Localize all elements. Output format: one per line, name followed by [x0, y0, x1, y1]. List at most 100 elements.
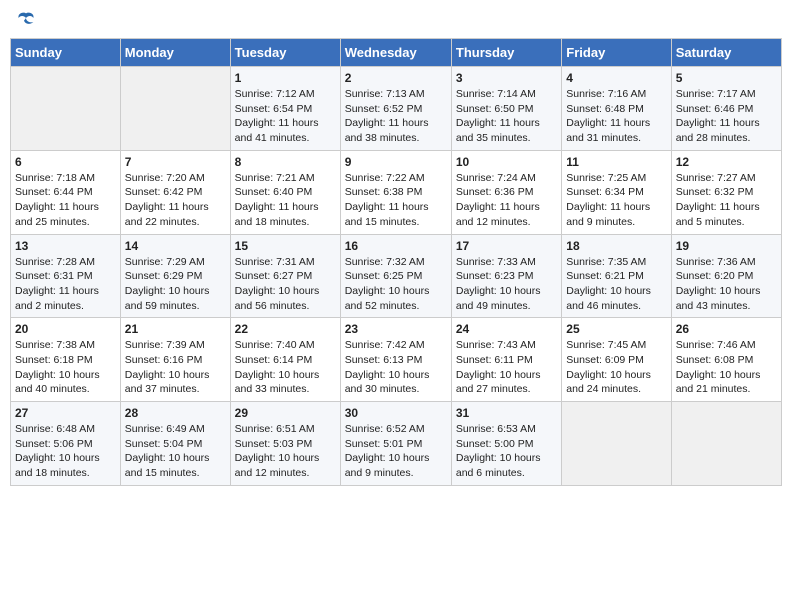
cell-sun-info: Sunrise: 7:16 AMSunset: 6:48 PMDaylight:… [566, 87, 666, 146]
cell-sun-info: Sunrise: 7:32 AMSunset: 6:25 PMDaylight:… [345, 255, 447, 314]
day-number: 4 [566, 71, 666, 85]
cell-sun-info: Sunrise: 7:40 AMSunset: 6:14 PMDaylight:… [235, 338, 336, 397]
calendar-cell: 11Sunrise: 7:25 AMSunset: 6:34 PMDayligh… [562, 150, 671, 234]
calendar-cell: 24 Sunrise: 7:43 AMSunset: 6:11 PMDayligh… [451, 318, 561, 402]
calendar-cell: 8 Sunrise: 7:21 AMSunset: 6:40 PMDaylight… [230, 150, 340, 234]
cell-sun-info: Sunrise: 7:27 AMSunset: 6:32 PMDaylight:… [676, 171, 777, 230]
calendar-cell [120, 67, 230, 151]
cell-sun-info: Sunrise: 7:28 AMSunset: 6:31 PMDaylight:… [15, 255, 116, 314]
calendar-cell: 2 Sunrise: 7:13 AMSunset: 6:52 PMDaylight… [340, 67, 451, 151]
cell-sun-info: Sunrise: 6:52 AMSunset: 5:01 PMDaylight:… [345, 422, 447, 481]
cell-sun-info: Sunrise: 7:20 AMSunset: 6:42 PMDaylight:… [125, 171, 226, 230]
weekday-header: Saturday [671, 39, 781, 67]
cell-sun-info: Sunrise: 7:43 AMSunset: 6:11 PMDaylight:… [456, 338, 557, 397]
calendar-week-row: 20Sunrise: 7:38 AMSunset: 6:18 PMDayligh… [11, 318, 782, 402]
day-number: 22 [235, 322, 336, 336]
day-number: 6 [15, 155, 116, 169]
calendar-cell: 1 Sunrise: 7:12 AMSunset: 6:54 PMDaylight… [230, 67, 340, 151]
weekday-header: Friday [562, 39, 671, 67]
calendar-cell: 22 Sunrise: 7:40 AMSunset: 6:14 PMDayligh… [230, 318, 340, 402]
logo [14, 10, 36, 30]
cell-sun-info: Sunrise: 7:12 AMSunset: 6:54 PMDaylight:… [235, 87, 336, 146]
day-number: 31 [456, 406, 557, 420]
day-number: 20 [15, 322, 116, 336]
weekday-header: Thursday [451, 39, 561, 67]
cell-sun-info: Sunrise: 7:31 AMSunset: 6:27 PMDaylight:… [235, 255, 336, 314]
cell-sun-info: Sunrise: 7:36 AMSunset: 6:20 PMDaylight:… [676, 255, 777, 314]
day-number: 19 [676, 239, 777, 253]
calendar-cell [671, 402, 781, 486]
day-number: 21 [125, 322, 226, 336]
day-number: 2 [345, 71, 447, 85]
calendar-cell: 9 Sunrise: 7:22 AMSunset: 6:38 PMDaylight… [340, 150, 451, 234]
cell-sun-info: Sunrise: 7:24 AMSunset: 6:36 PMDaylight:… [456, 171, 557, 230]
cell-sun-info: Sunrise: 6:51 AMSunset: 5:03 PMDaylight:… [235, 422, 336, 481]
day-number: 24 [456, 322, 557, 336]
day-number: 27 [15, 406, 116, 420]
calendar-cell: 19 Sunrise: 7:36 AMSunset: 6:20 PMDayligh… [671, 234, 781, 318]
day-number: 25 [566, 322, 666, 336]
calendar-cell: 13Sunrise: 7:28 AMSunset: 6:31 PMDayligh… [11, 234, 121, 318]
weekday-header: Tuesday [230, 39, 340, 67]
calendar-week-row: 6 Sunrise: 7:18 AMSunset: 6:44 PMDaylight… [11, 150, 782, 234]
day-number: 23 [345, 322, 447, 336]
cell-sun-info: Sunrise: 7:33 AMSunset: 6:23 PMDaylight:… [456, 255, 557, 314]
cell-sun-info: Sunrise: 7:17 AMSunset: 6:46 PMDaylight:… [676, 87, 777, 146]
day-number: 28 [125, 406, 226, 420]
calendar-week-row: 27 Sunrise: 6:48 AMSunset: 5:06 PMDayligh… [11, 402, 782, 486]
cell-sun-info: Sunrise: 7:25 AMSunset: 6:34 PMDaylight:… [566, 171, 666, 230]
day-number: 18 [566, 239, 666, 253]
calendar-cell: 31 Sunrise: 6:53 AMSunset: 5:00 PMDayligh… [451, 402, 561, 486]
page-header [10, 10, 782, 30]
calendar-cell: 14 Sunrise: 7:29 AMSunset: 6:29 PMDayligh… [120, 234, 230, 318]
calendar-cell: 15Sunrise: 7:31 AMSunset: 6:27 PMDayligh… [230, 234, 340, 318]
day-number: 14 [125, 239, 226, 253]
calendar-cell: 30 Sunrise: 6:52 AMSunset: 5:01 PMDayligh… [340, 402, 451, 486]
cell-sun-info: Sunrise: 7:45 AMSunset: 6:09 PMDaylight:… [566, 338, 666, 397]
cell-sun-info: Sunrise: 7:18 AMSunset: 6:44 PMDaylight:… [15, 171, 116, 230]
calendar-cell: 3Sunrise: 7:14 AMSunset: 6:50 PMDaylight… [451, 67, 561, 151]
cell-sun-info: Sunrise: 7:39 AMSunset: 6:16 PMDaylight:… [125, 338, 226, 397]
weekday-header: Monday [120, 39, 230, 67]
logo-bird-icon [16, 10, 36, 30]
calendar-cell [11, 67, 121, 151]
day-number: 29 [235, 406, 336, 420]
cell-sun-info: Sunrise: 6:53 AMSunset: 5:00 PMDaylight:… [456, 422, 557, 481]
cell-sun-info: Sunrise: 7:42 AMSunset: 6:13 PMDaylight:… [345, 338, 447, 397]
calendar-cell: 29 Sunrise: 6:51 AMSunset: 5:03 PMDayligh… [230, 402, 340, 486]
cell-sun-info: Sunrise: 7:29 AMSunset: 6:29 PMDaylight:… [125, 255, 226, 314]
calendar-table: SundayMondayTuesdayWednesdayThursdayFrid… [10, 38, 782, 486]
day-number: 30 [345, 406, 447, 420]
calendar-cell: 7 Sunrise: 7:20 AMSunset: 6:42 PMDaylight… [120, 150, 230, 234]
day-number: 1 [235, 71, 336, 85]
calendar-cell: 20Sunrise: 7:38 AMSunset: 6:18 PMDayligh… [11, 318, 121, 402]
calendar-cell: 18 Sunrise: 7:35 AMSunset: 6:21 PMDayligh… [562, 234, 671, 318]
cell-sun-info: Sunrise: 6:49 AMSunset: 5:04 PMDaylight:… [125, 422, 226, 481]
day-number: 8 [235, 155, 336, 169]
cell-sun-info: Sunrise: 7:46 AMSunset: 6:08 PMDaylight:… [676, 338, 777, 397]
day-number: 12 [676, 155, 777, 169]
calendar-header-row: SundayMondayTuesdayWednesdayThursdayFrid… [11, 39, 782, 67]
calendar-cell: 17 Sunrise: 7:33 AMSunset: 6:23 PMDayligh… [451, 234, 561, 318]
day-number: 10 [456, 155, 557, 169]
day-number: 3 [456, 71, 557, 85]
cell-sun-info: Sunrise: 7:22 AMSunset: 6:38 PMDaylight:… [345, 171, 447, 230]
calendar-cell: 12 Sunrise: 7:27 AMSunset: 6:32 PMDayligh… [671, 150, 781, 234]
day-number: 16 [345, 239, 447, 253]
cell-sun-info: Sunrise: 7:13 AMSunset: 6:52 PMDaylight:… [345, 87, 447, 146]
day-number: 7 [125, 155, 226, 169]
calendar-week-row: 13Sunrise: 7:28 AMSunset: 6:31 PMDayligh… [11, 234, 782, 318]
calendar-cell: 25 Sunrise: 7:45 AMSunset: 6:09 PMDayligh… [562, 318, 671, 402]
weekday-header: Wednesday [340, 39, 451, 67]
calendar-cell: 28 Sunrise: 6:49 AMSunset: 5:04 PMDayligh… [120, 402, 230, 486]
cell-sun-info: Sunrise: 7:35 AMSunset: 6:21 PMDaylight:… [566, 255, 666, 314]
calendar-cell: 10 Sunrise: 7:24 AMSunset: 6:36 PMDayligh… [451, 150, 561, 234]
calendar-cell: 16 Sunrise: 7:32 AMSunset: 6:25 PMDayligh… [340, 234, 451, 318]
calendar-cell: 21 Sunrise: 7:39 AMSunset: 6:16 PMDayligh… [120, 318, 230, 402]
cell-sun-info: Sunrise: 7:21 AMSunset: 6:40 PMDaylight:… [235, 171, 336, 230]
day-number: 17 [456, 239, 557, 253]
cell-sun-info: Sunrise: 6:48 AMSunset: 5:06 PMDaylight:… [15, 422, 116, 481]
day-number: 9 [345, 155, 447, 169]
day-number: 26 [676, 322, 777, 336]
weekday-header: Sunday [11, 39, 121, 67]
